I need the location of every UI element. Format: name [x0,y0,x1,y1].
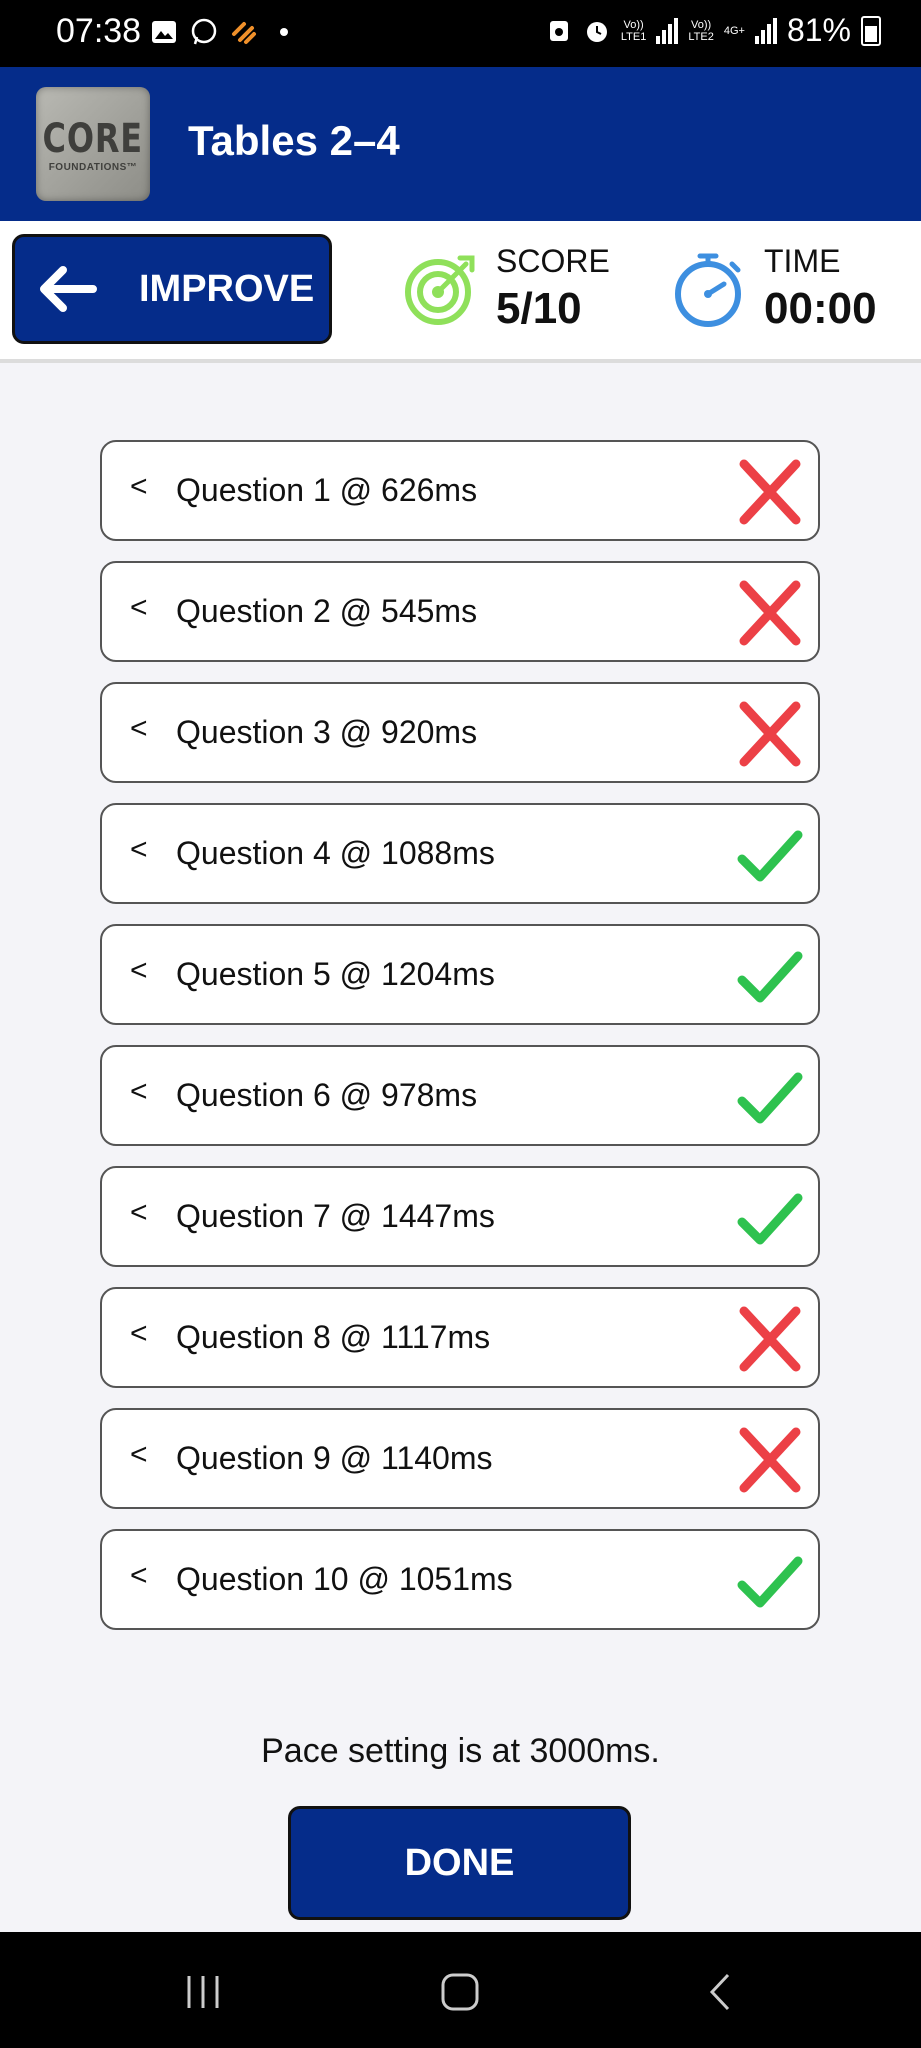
question-row[interactable]: < Question 6 @ 978ms [100,1045,820,1146]
question-label: Question 5 @ 1204ms [176,956,495,992]
checkmark-icon [737,951,803,1003]
lock-notification-icon [549,20,568,41]
page-title: Tables 2–4 [188,117,400,164]
question-label: Question 3 @ 920ms [176,714,478,750]
improve-button[interactable]: IMPROVE [12,234,332,344]
chevron-left-icon: < [130,1075,148,1108]
question-row[interactable]: < Question 10 @ 1051ms [100,1529,820,1630]
score-display: SCORE 5/10 [404,243,610,334]
signal-icon [656,17,679,44]
question-row[interactable]: < Question 9 @ 1140ms [100,1408,820,1509]
time-value: 00:00 [764,284,877,333]
network-lte2: Vo)) LTE2 [688,18,714,43]
score-value: 5/10 [496,284,582,333]
cross-icon [739,1306,801,1372]
chevron-left-icon: < [130,1317,148,1350]
network-lte1: Vo)) LTE1 [620,18,647,43]
whatsapp-icon [191,18,217,45]
time-label: TIME [764,243,841,279]
question-label: Question 7 @ 1447ms [176,1198,495,1234]
question-label: Question 4 @ 1088ms [176,835,495,871]
score-label: SCORE [496,243,610,279]
gallery-icon [152,21,176,43]
arrow-left-icon [40,266,97,312]
battery-icon [861,15,881,46]
pace-setting-text: Pace setting is at 3000ms. [261,1732,660,1770]
chevron-left-icon: < [130,1196,148,1229]
chevron-left-icon: < [130,1559,148,1592]
navigation-bar [0,1932,921,2048]
app-logo: CORE FOUNDATIONS™ [36,87,150,201]
checkmark-icon [737,1193,803,1245]
cross-icon [739,580,801,646]
improve-label: IMPROVE [139,267,315,310]
time-display: TIME 00:00 [672,243,877,334]
cross-icon [739,701,801,767]
question-row[interactable]: < Question 2 @ 545ms [100,561,820,662]
battery-percent: 81% [786,12,851,48]
question-label: Question 8 @ 1117ms [176,1319,491,1355]
question-label: Question 10 @ 1051ms [176,1561,513,1597]
question-row[interactable]: < Question 5 @ 1204ms [100,924,820,1025]
target-icon [405,255,475,325]
question-label: Question 9 @ 1140ms [176,1440,493,1476]
chevron-left-icon: < [130,954,148,987]
question-row[interactable]: < Question 7 @ 1447ms [100,1166,820,1267]
question-label: Question 6 @ 978ms [176,1077,478,1113]
status-time: 07:38 [56,12,142,50]
done-button[interactable]: DONE [288,1806,631,1920]
chevron-left-icon: < [130,470,148,503]
more-dot-icon [280,28,288,36]
network-type: 4G+ [723,24,745,37]
alarm-icon [586,21,607,42]
chevron-left-icon: < [130,1438,148,1471]
signal-icon [754,17,777,44]
chevron-left-icon: < [130,591,148,624]
back-icon[interactable] [700,1972,740,2012]
status-bar: 07:38 Vo)) LTE1 Vo)) LTE2 4G+ 81% [0,0,921,67]
question-label: Question 2 @ 545ms [176,593,478,629]
cross-icon [739,459,801,525]
home-icon[interactable] [440,1972,480,2012]
app-header: CORE FOUNDATIONS™ Tables 2–4 [0,67,921,221]
checkmark-icon [737,1556,803,1608]
score-toolbar: IMPROVE SCORE 5/10 TIME 00:00 [0,221,921,363]
question-label: Question 1 @ 626ms [176,472,478,508]
stopwatch-icon [675,253,741,327]
chevron-left-icon: < [130,833,148,866]
question-row[interactable]: < Question 1 @ 626ms [100,440,820,541]
question-row[interactable]: < Question 8 @ 1117ms [100,1287,820,1388]
chevron-left-icon: < [130,712,148,745]
checkmark-icon [737,1072,803,1124]
question-row[interactable]: < Question 4 @ 1088ms [100,803,820,904]
cross-icon [739,1427,801,1493]
checkmark-icon [737,830,803,882]
question-row[interactable]: < Question 3 @ 920ms [100,682,820,783]
app-notification-icon [232,22,256,44]
question-list: < Question 1 @ 626ms < Question 2 @ 545m… [100,440,820,1650]
recent-apps-icon[interactable] [183,1972,223,2012]
